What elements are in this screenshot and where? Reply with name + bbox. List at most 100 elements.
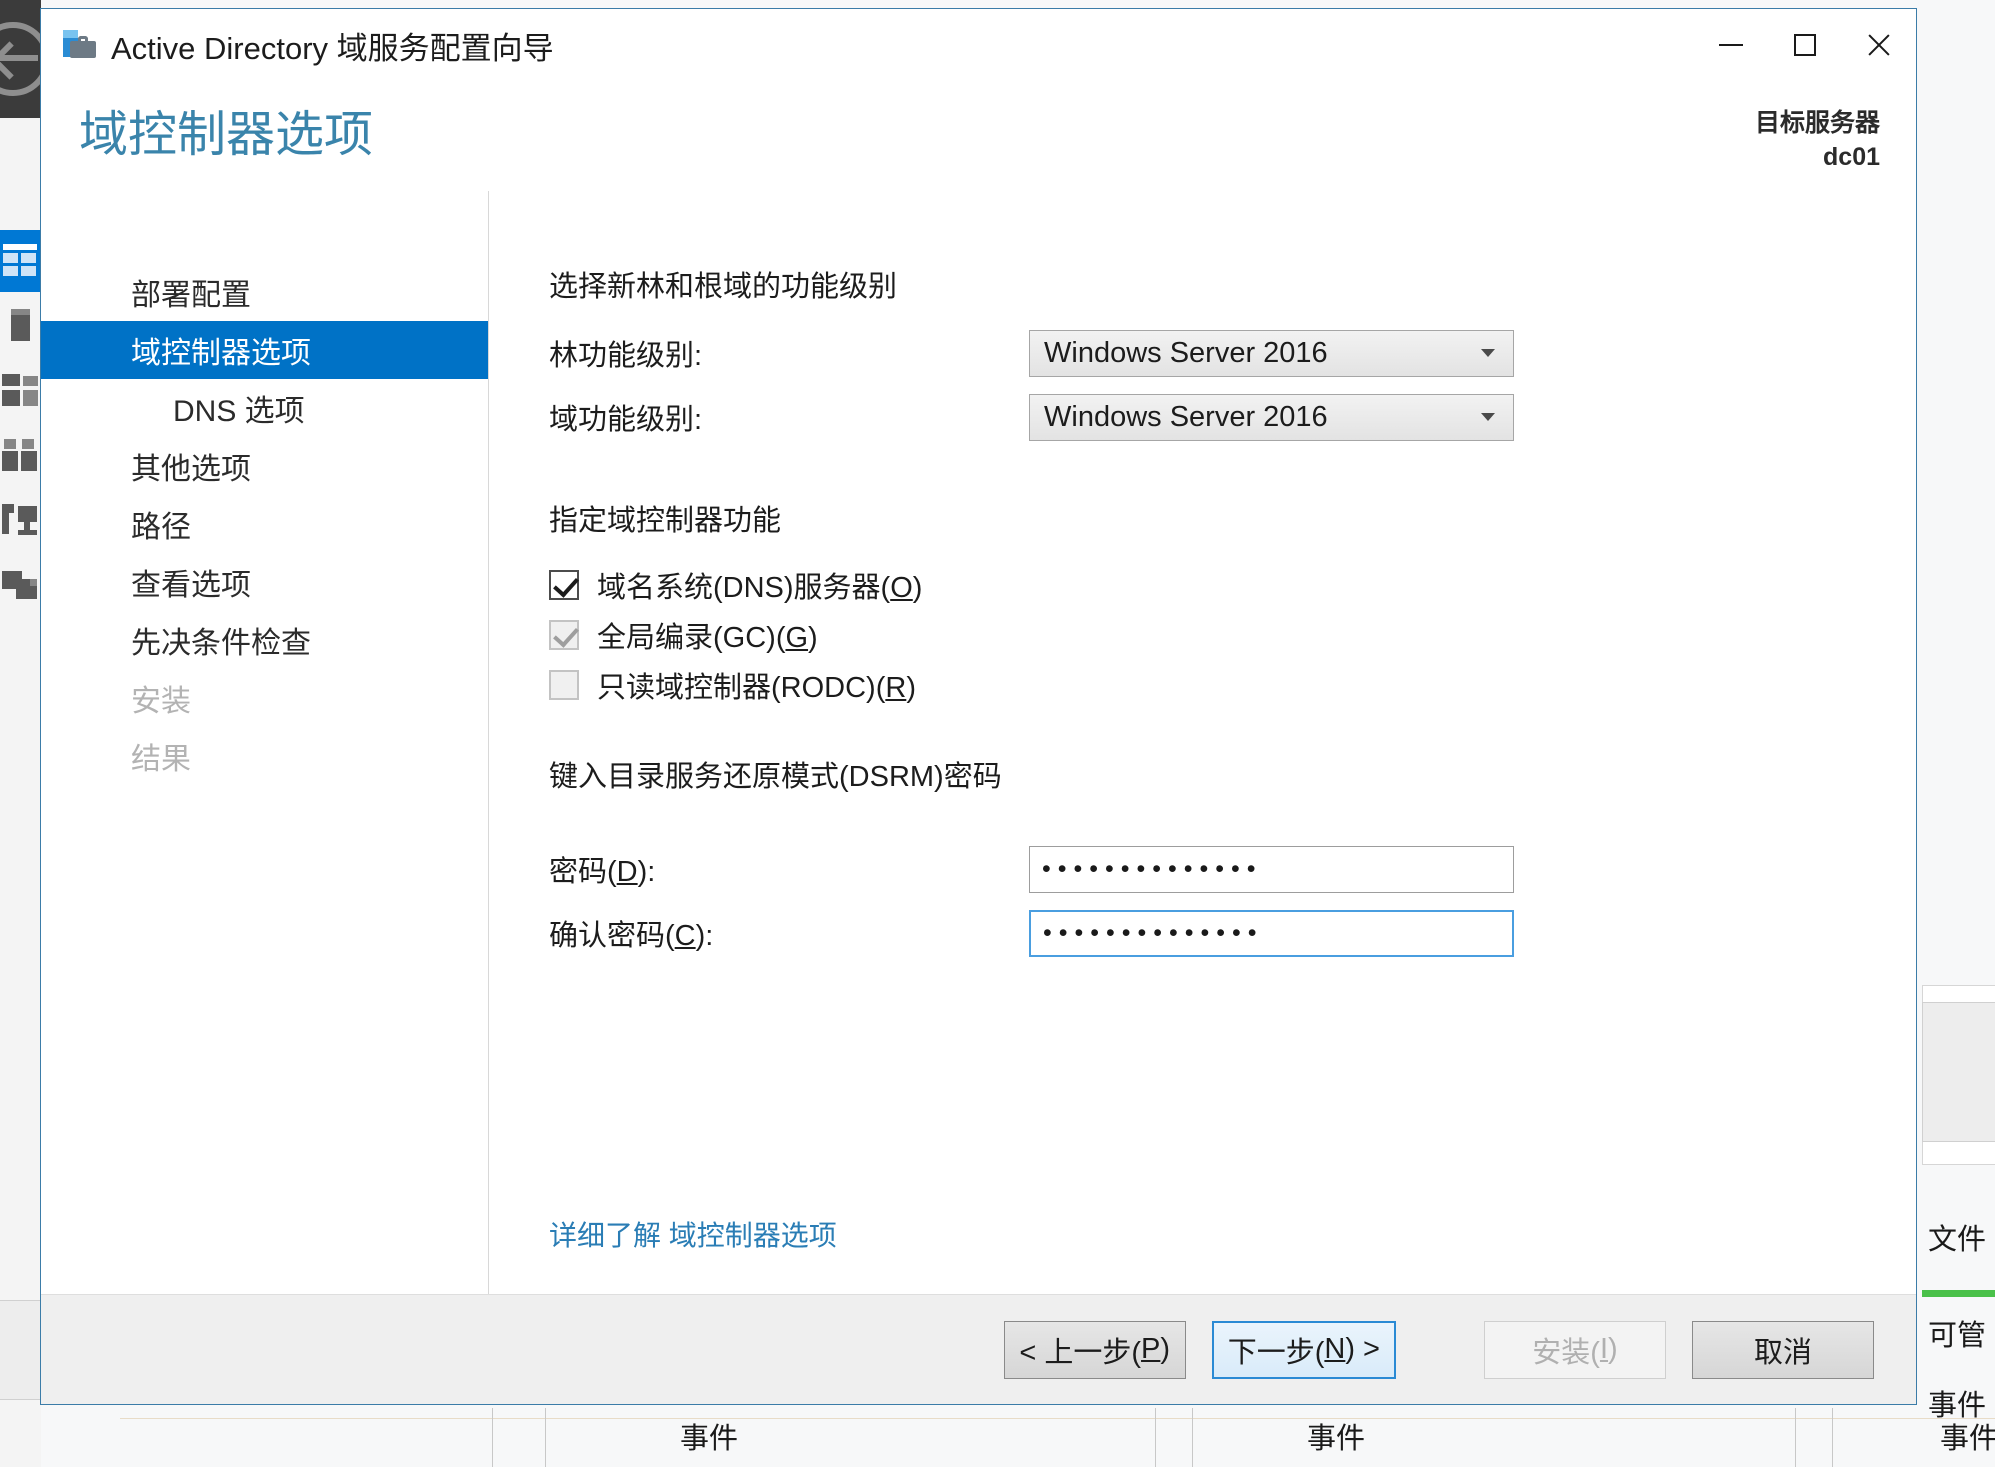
capability-label-suffix: )	[906, 672, 916, 704]
close-button[interactable]	[1842, 9, 1916, 81]
nav-item-label: 其他选项	[131, 453, 251, 486]
next-button-accel: N	[1324, 1333, 1346, 1365]
documents-icon	[2, 569, 38, 601]
nav-item-0[interactable]: 部署配置	[41, 263, 488, 321]
file-services-icon	[2, 439, 38, 471]
dsrm-confirm-password-value: ••••••••••••••	[1043, 918, 1264, 947]
nav-item-label: 先决条件检查	[131, 627, 311, 660]
dialog-footer: < 上一步(P) 下一步(N) > 安装(I) 取消	[41, 1294, 1916, 1404]
dsrm-confirm-password-input[interactable]: ••••••••••••••	[1029, 909, 1514, 957]
minimize-icon	[1719, 44, 1743, 46]
dsrm-password-input[interactable]: ••••••••••••••	[1029, 845, 1514, 893]
background-tile-label-event-1: 事件	[680, 1423, 739, 1455]
wizard-content-pane: 选择新林和根域的功能级别 林功能级别: Windows Server 2016 …	[489, 191, 1916, 1294]
nav-item-7: 安装	[41, 669, 488, 727]
target-server-name: dc01	[1823, 142, 1880, 171]
background-label-manageability: 可管	[1928, 1320, 1987, 1352]
domain-functional-level-label: 域功能级别:	[549, 404, 703, 436]
background-grid-line	[1155, 1408, 1156, 1467]
back-button-area[interactable]	[0, 0, 50, 118]
target-server-label: 目标服务器	[1754, 109, 1880, 137]
password-label-accel: D	[616, 856, 638, 888]
install-button-accel: I	[1599, 1333, 1609, 1365]
next-button-suffix: ) >	[1345, 1333, 1380, 1365]
nav-item-label: 查看选项	[131, 569, 251, 602]
nav-item-label: 路径	[131, 511, 191, 544]
page-title: 域控制器选项	[79, 108, 374, 162]
previous-button-text: < 上一步(	[1019, 1336, 1142, 1369]
capability-label-0: 域名系统(DNS)服务器(O)	[597, 564, 922, 606]
capability-checkbox-1	[549, 620, 579, 650]
wrench-server-icon	[2, 504, 38, 536]
dialog-header: 域控制器选项 目标服务器 dc01	[41, 81, 1916, 191]
domain-functional-level-select[interactable]: Windows Server 2016	[1029, 393, 1514, 441]
password-label-suffix: ):	[637, 856, 656, 888]
nav-item-2[interactable]: DNS 选项	[41, 379, 488, 437]
forest-functional-level-select[interactable]: Windows Server 2016	[1029, 329, 1514, 377]
minimize-button[interactable]	[1694, 9, 1768, 81]
capability-label-2: 只读域控制器(RODC)(R)	[597, 664, 916, 706]
nav-item-label: 域控制器选项	[131, 337, 311, 370]
confirm-password-label-accel: C	[674, 920, 696, 952]
background-divider	[120, 1418, 1995, 1419]
confirm-password-label: 确认密码(C):	[549, 912, 1029, 954]
chevron-down-icon	[1481, 349, 1495, 357]
title-bar: Active Directory 域服务配置向导	[41, 9, 1916, 81]
nav-item-label: 结果	[131, 743, 191, 776]
capability-row-0[interactable]: 域名系统(DNS)服务器(O)	[549, 561, 1916, 609]
nav-icon-local-server[interactable]	[0, 295, 41, 357]
chevron-down-icon	[1481, 413, 1495, 421]
functional-level-heading: 选择新林和根域的功能级别	[549, 271, 898, 303]
capability-row-2: 只读域控制器(RODC)(R)	[549, 661, 1916, 709]
install-button-text: 安装(	[1532, 1336, 1600, 1369]
nav-item-4[interactable]: 路径	[41, 495, 488, 553]
domain-functional-level-value: Windows Server 2016	[1044, 400, 1328, 433]
capability-checkbox-2	[549, 670, 579, 700]
dsrm-heading: 键入目录服务还原模式(DSRM)密码	[549, 761, 1002, 793]
capability-label-suffix: )	[912, 572, 923, 604]
capability-label-suffix: )	[808, 622, 818, 654]
cancel-button[interactable]: 取消	[1692, 1320, 1874, 1379]
next-button-text: 下一步(	[1227, 1336, 1325, 1369]
maximize-button[interactable]	[1768, 9, 1842, 81]
dialog-body: 部署配置域控制器选项 DNS 选项其他选项路径查看选项先决条件检查 安装结果 选择新…	[41, 191, 1916, 1294]
close-icon	[1866, 32, 1892, 58]
confirm-password-label-text: 确认密码(	[549, 920, 675, 952]
nav-item-8: 结果	[41, 727, 488, 785]
capability-label-text: 只读域控制器(RODC)(	[597, 672, 886, 704]
learn-more-link[interactable]: 详细了解 域控制器选项	[549, 1214, 837, 1254]
window-title: Active Directory 域服务配置向导	[111, 30, 554, 66]
password-label: 密码(D):	[549, 848, 1029, 890]
capability-row-1: 全局编录(GC)(G)	[549, 611, 1916, 659]
all-servers-icon	[2, 374, 38, 406]
ad-wizard-icon	[63, 28, 97, 62]
nav-item-1[interactable]: 域控制器选项	[41, 321, 488, 379]
nav-item-3[interactable]: 其他选项	[41, 437, 488, 495]
background-gray-block	[1922, 1002, 1995, 1142]
capability-label-accel: R	[885, 672, 907, 704]
dashboard-icon	[2, 244, 38, 276]
domain-functional-level-row: 域功能级别: Windows Server 2016	[549, 391, 1916, 443]
background-status-bar-green	[1922, 1290, 1995, 1297]
password-label-text: 密码(	[549, 856, 617, 888]
capability-label-text: 域名系统(DNS)服务器(	[597, 572, 891, 604]
background-grid-line	[1192, 1408, 1193, 1467]
nav-item-label: 安装	[131, 685, 191, 718]
dsrm-password-value: ••••••••••••••	[1042, 854, 1263, 883]
install-button[interactable]: 安装(I)	[1484, 1320, 1666, 1379]
nav-item-label: 部署配置	[131, 279, 251, 312]
nav-item-5[interactable]: 查看选项	[41, 553, 488, 611]
next-button[interactable]: 下一步(N) >	[1211, 1320, 1396, 1379]
background-grid-line	[1832, 1408, 1833, 1467]
window-controls	[1694, 9, 1916, 81]
nav-icon-all-servers[interactable]	[0, 360, 41, 422]
nav-icon-dashboard[interactable]	[0, 230, 41, 292]
nav-icon-tools[interactable]	[0, 490, 41, 552]
capability-checkbox-0[interactable]	[549, 570, 579, 600]
nav-icon-documents[interactable]	[0, 555, 41, 617]
nav-item-6[interactable]: 先决条件检查	[41, 611, 488, 669]
background-tile-label-event-2: 事件	[1307, 1423, 1366, 1455]
nav-icon-file-services[interactable]	[0, 425, 41, 487]
previous-button[interactable]: < 上一步(P)	[1003, 1320, 1186, 1379]
target-server-info: 目标服务器 dc01	[1755, 107, 1880, 175]
